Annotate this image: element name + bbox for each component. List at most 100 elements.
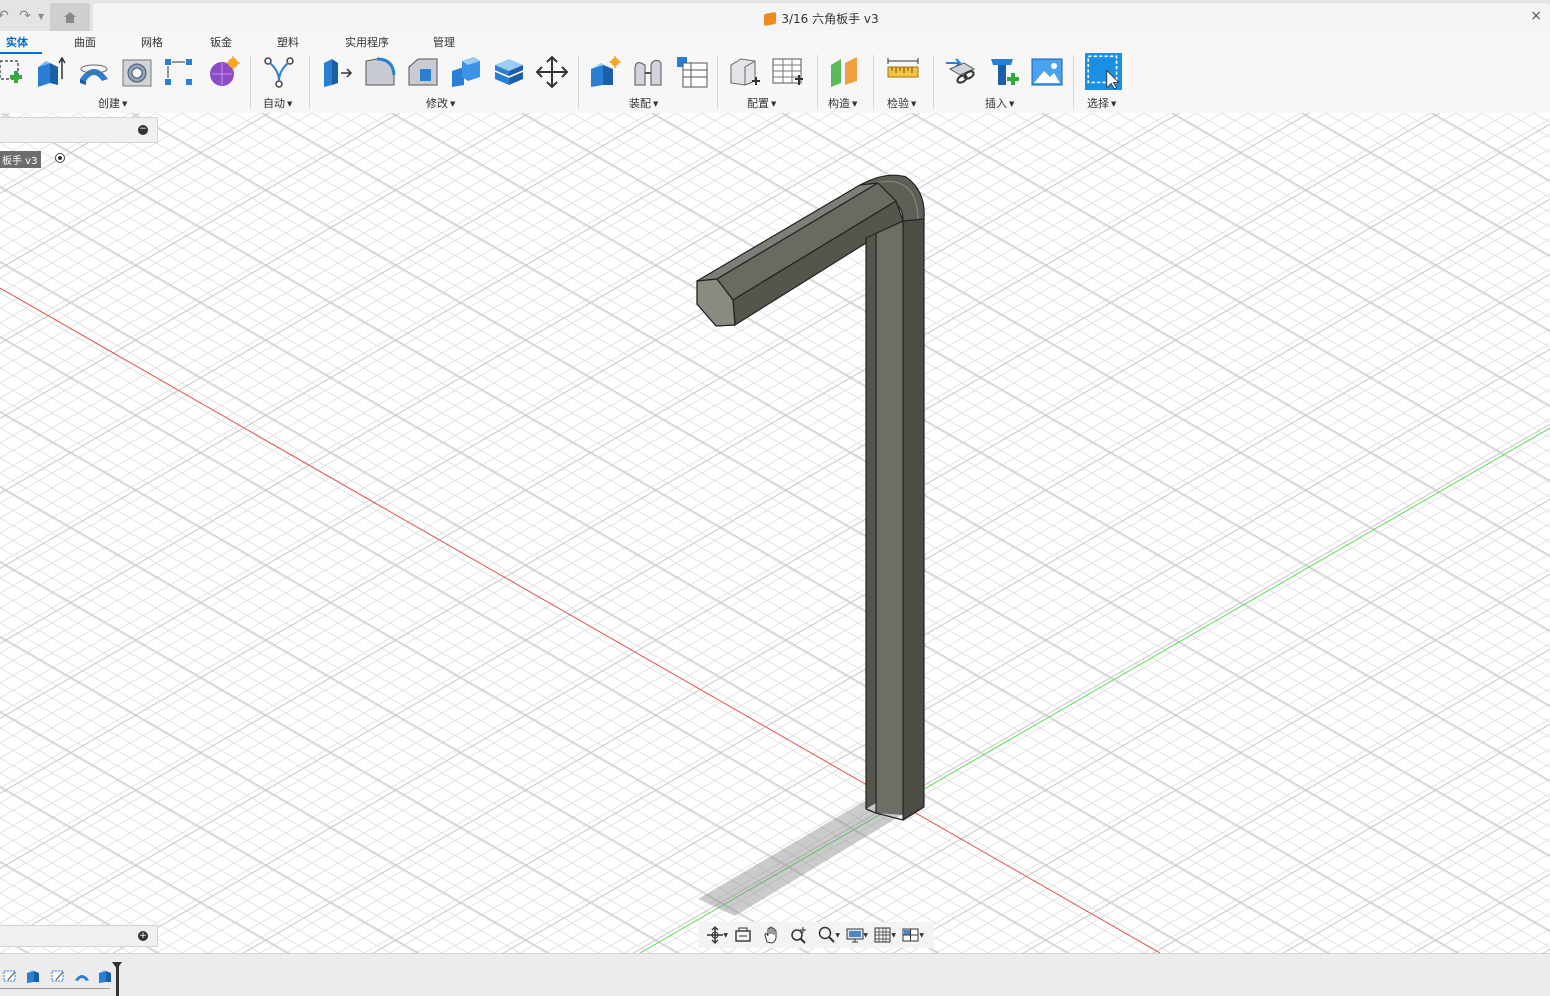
group-divider	[817, 55, 818, 109]
create-group-label[interactable]: 创建 ▼	[98, 95, 127, 111]
new-component-icon[interactable]	[588, 55, 622, 89]
modify-group-label[interactable]: 修改 ▼	[426, 95, 455, 111]
sweep-feature-icon[interactable]	[74, 968, 90, 984]
press-pull-icon[interactable]	[320, 55, 354, 89]
chevron-down-icon: ▼	[835, 932, 840, 939]
document-title: 3/16 六角板手 v3	[93, 10, 1550, 27]
chevron-down-icon: ▼	[911, 100, 917, 108]
display-settings-icon[interactable]: ▼	[842, 924, 868, 946]
chevron-down-icon: ▼	[723, 932, 728, 939]
browser-panel-header[interactable]: −	[0, 117, 158, 143]
chevron-down-icon: ▼	[122, 100, 128, 108]
timeline-track	[0, 988, 110, 989]
component-name[interactable]: 板手 v3	[0, 151, 42, 168]
chevron-down-icon: ▼	[863, 932, 868, 939]
active-tab-indicator	[0, 52, 42, 54]
fit-icon[interactable]: ▼	[814, 924, 840, 946]
redo-icon[interactable]: ↷	[16, 8, 34, 24]
extrude-feature-icon[interactable]	[25, 968, 41, 984]
measure-icon[interactable]	[886, 55, 920, 89]
orbit-icon[interactable]: ▼	[702, 924, 728, 946]
chevron-down-icon: ▼	[891, 932, 896, 939]
configure-icon[interactable]	[728, 55, 762, 89]
extrude-feature-icon[interactable]	[97, 968, 113, 984]
chevron-down-icon: ▼	[771, 100, 777, 108]
timeline-marker[interactable]	[112, 962, 122, 996]
tab-manage[interactable]: 管理	[433, 34, 455, 50]
hole-icon[interactable]	[120, 55, 154, 89]
navigation-bar: ▼ ▼ ▼ ▼ ▼	[698, 922, 934, 948]
expand-icon[interactable]: +	[138, 931, 148, 941]
create-sketch-icon[interactable]	[0, 55, 30, 89]
shell-icon[interactable]	[492, 55, 526, 89]
look-at-icon[interactable]	[730, 924, 756, 946]
undo-icon[interactable]: ↶	[0, 8, 12, 24]
quick-access: ↶ ↷ ▼	[0, 4, 44, 28]
title-bar: ↶ ↷ ▼ 3/16 六角板手 v3 ×	[0, 0, 1550, 31]
joint-icon[interactable]	[631, 55, 665, 89]
offset-plane-icon[interactable]	[827, 55, 861, 89]
tab-surface[interactable]: 曲面	[74, 34, 96, 50]
tab-plastic[interactable]: 塑料	[277, 34, 299, 50]
chevron-down-icon: ▼	[852, 100, 858, 108]
close-icon[interactable]: ×	[1530, 8, 1542, 24]
group-divider	[1073, 55, 1074, 109]
timeline	[0, 953, 1550, 996]
chevron-down-icon: ▼	[450, 100, 456, 108]
fillet-icon[interactable]	[363, 55, 397, 89]
insert-mesh-icon[interactable]	[987, 55, 1021, 89]
model-canvas[interactable]	[0, 113, 1550, 953]
sketch-feature-icon[interactable]	[50, 968, 66, 984]
home-tab[interactable]	[50, 3, 90, 31]
comments-panel-header[interactable]: +	[0, 925, 158, 947]
activate-radio-icon[interactable]	[55, 153, 65, 163]
canvas-viewport[interactable]	[0, 113, 1550, 953]
assemble-group-label[interactable]: 装配 ▼	[629, 95, 658, 111]
configure-group-label[interactable]: 配置 ▼	[747, 95, 776, 111]
extrude-icon[interactable]	[34, 55, 68, 89]
chevron-down-icon: ▼	[653, 100, 659, 108]
chamfer-icon[interactable]	[406, 55, 440, 89]
tab-mesh[interactable]: 网格	[141, 34, 163, 50]
chevron-down-icon: ▼	[1009, 100, 1015, 108]
insert-derive-icon[interactable]	[944, 55, 978, 89]
automated-modeling-icon[interactable]	[262, 55, 296, 89]
home-icon	[64, 11, 76, 23]
revolve-icon[interactable]	[77, 55, 111, 89]
pattern-icon[interactable]	[162, 55, 196, 89]
group-divider	[717, 55, 718, 109]
group-divider	[873, 55, 874, 109]
document-icon	[764, 11, 777, 27]
create-form-icon[interactable]	[206, 55, 240, 89]
automate-group-label[interactable]: 自动 ▼	[263, 95, 292, 111]
insert-group-label[interactable]: 插入 ▼	[985, 95, 1014, 111]
viewports-icon[interactable]: ▼	[898, 924, 924, 946]
sketch-feature-icon[interactable]	[2, 968, 18, 984]
insert-canvas-icon[interactable]	[1030, 55, 1064, 89]
group-divider	[578, 55, 579, 109]
combine-icon[interactable]	[449, 55, 483, 89]
construct-group-label[interactable]: 构造 ▼	[828, 95, 857, 111]
table-icon[interactable]	[675, 55, 709, 89]
configure-table-icon[interactable]	[771, 55, 805, 89]
chevron-down-icon[interactable]: ▼	[38, 12, 44, 21]
chevron-down-icon: ▼	[1111, 100, 1117, 108]
group-divider	[933, 55, 934, 109]
collapse-icon[interactable]: −	[138, 125, 148, 135]
chevron-down-icon: ▼	[287, 100, 293, 108]
tab-sheet-metal[interactable]: 钣金	[210, 34, 232, 50]
document-tab[interactable]: 3/16 六角板手 v3 ×	[93, 3, 1550, 31]
chevron-down-icon: ▼	[919, 932, 924, 939]
select-group-label[interactable]: 选择 ▼	[1087, 95, 1116, 111]
ribbon: 实体 曲面 网格 钣金 塑料 实用程序 管理 创建 ▼ 自动 ▼ 修改 ▼ 装配…	[0, 31, 1550, 114]
move-icon[interactable]	[535, 55, 569, 89]
select-icon[interactable]	[1085, 53, 1122, 90]
tab-solid[interactable]: 实体	[6, 34, 28, 50]
grid-settings-icon[interactable]: ▼	[870, 924, 896, 946]
group-divider	[309, 55, 310, 109]
inspect-group-label[interactable]: 检验 ▼	[887, 95, 916, 111]
zoom-icon[interactable]	[786, 924, 812, 946]
tab-utilities[interactable]: 实用程序	[345, 34, 389, 50]
group-divider	[250, 55, 251, 109]
pan-icon[interactable]	[758, 924, 784, 946]
